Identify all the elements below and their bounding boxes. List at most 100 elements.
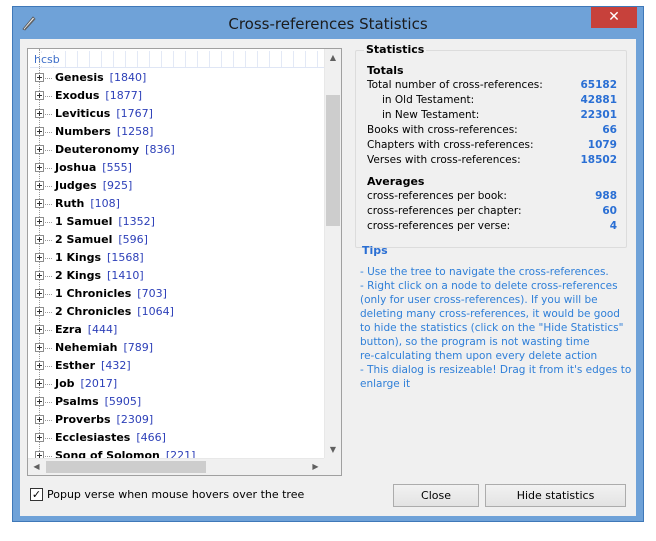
tree-item[interactable]: 1 Kings [1568]: [28, 249, 326, 267]
vertical-scroll-thumb[interactable]: [326, 95, 340, 226]
scroll-down-icon[interactable]: ▼: [325, 441, 341, 458]
expand-plus-icon[interactable]: [35, 235, 44, 244]
expand-plus-icon[interactable]: [35, 199, 44, 208]
horizontal-scroll-thumb[interactable]: [46, 461, 206, 473]
tree-item-label[interactable]: Numbers [1258]: [55, 123, 153, 141]
tree-item-label[interactable]: 1 Samuel [1352]: [55, 213, 155, 231]
tree-item[interactable]: Ecclesiastes [466]: [28, 429, 326, 447]
tree-item[interactable]: Joshua [555]: [28, 159, 326, 177]
horizontal-scrollbar[interactable]: ◀ ▶: [28, 458, 324, 475]
tree-root-header[interactable]: hcsb: [30, 51, 324, 68]
tree-item[interactable]: Ezra [444]: [28, 321, 326, 339]
tree-connector: [45, 204, 52, 205]
tree-item[interactable]: Genesis [1840]: [28, 69, 326, 87]
close-button[interactable]: Close: [393, 484, 479, 507]
tree-connector: [45, 312, 52, 313]
tree-item-label[interactable]: 2 Chronicles [1064]: [55, 303, 174, 321]
tree-item-label[interactable]: 1 Chronicles [703]: [55, 285, 167, 303]
tree-connector: [45, 132, 52, 133]
tree-item-label[interactable]: Ecclesiastes [466]: [55, 429, 166, 447]
expand-plus-icon[interactable]: [35, 271, 44, 280]
tree-item-label[interactable]: Psalms [5905]: [55, 393, 141, 411]
popup-verse-checkbox[interactable]: ✓: [30, 488, 43, 501]
tree-item-label[interactable]: Judges [925]: [55, 177, 132, 195]
tip-line: - Right click on a node to delete cross-…: [360, 280, 618, 292]
expand-plus-icon[interactable]: [35, 73, 44, 82]
expand-plus-icon[interactable]: [35, 163, 44, 172]
expand-plus-icon[interactable]: [35, 253, 44, 262]
vertical-scrollbar[interactable]: ▲ ▼: [324, 49, 341, 458]
tree-item-label[interactable]: Ruth [108]: [55, 195, 120, 213]
tree-item[interactable]: Psalms [5905]: [28, 393, 326, 411]
expand-plus-icon[interactable]: [35, 307, 44, 316]
tree-item-label[interactable]: Nehemiah [789]: [55, 339, 153, 357]
scroll-left-icon[interactable]: ◀: [28, 459, 45, 475]
scroll-up-icon[interactable]: ▲: [325, 49, 341, 66]
tree-item-label[interactable]: Deuteronomy [836]: [55, 141, 175, 159]
tree-connector: [45, 78, 52, 79]
tree-item-label[interactable]: Leviticus [1767]: [55, 105, 153, 123]
tree-item[interactable]: Exodus [1877]: [28, 87, 326, 105]
expand-plus-icon[interactable]: [35, 379, 44, 388]
tree-item-label[interactable]: 2 Samuel [596]: [55, 231, 148, 249]
tree-item[interactable]: Ruth [108]: [28, 195, 326, 213]
tree-item[interactable]: Numbers [1258]: [28, 123, 326, 141]
expand-plus-icon[interactable]: [35, 127, 44, 136]
tree-connector: [45, 420, 52, 421]
tip-line: re-calculating them upon every delete ac…: [360, 350, 598, 362]
tree-connector: [45, 348, 52, 349]
expand-plus-icon[interactable]: [35, 433, 44, 442]
tree-item[interactable]: Job [2017]: [28, 375, 326, 393]
tree-item-label[interactable]: Joshua [555]: [55, 159, 132, 177]
tree-item-label[interactable]: Proverbs [2309]: [55, 411, 153, 429]
book-xref-count: [1352]: [118, 215, 155, 228]
expand-plus-icon[interactable]: [35, 91, 44, 100]
book-name: Psalms: [55, 395, 99, 408]
expand-plus-icon[interactable]: [35, 109, 44, 118]
tree-item[interactable]: Proverbs [2309]: [28, 411, 326, 429]
tree-item-label[interactable]: 2 Kings [1410]: [55, 267, 144, 285]
title-bar[interactable]: Cross-references Statistics ✕: [13, 7, 643, 39]
expand-plus-icon[interactable]: [35, 181, 44, 190]
expand-plus-icon[interactable]: [35, 397, 44, 406]
tree-item[interactable]: 2 Samuel [596]: [28, 231, 326, 249]
tree-item[interactable]: Esther [432]: [28, 357, 326, 375]
tree-connector: [45, 258, 52, 259]
books-tree[interactable]: hcsb Genesis [1840] Exodus [1877] Leviticus […: [27, 48, 342, 476]
expand-plus-icon[interactable]: [35, 289, 44, 298]
book-xref-count: [1877]: [105, 89, 142, 102]
tree-item-label[interactable]: 1 Kings [1568]: [55, 249, 144, 267]
tree-item[interactable]: 2 Chronicles [1064]: [28, 303, 326, 321]
book-name: 1 Chronicles: [55, 287, 132, 300]
book-name: 1 Samuel: [55, 215, 113, 228]
scroll-right-icon[interactable]: ▶: [307, 459, 324, 475]
tree-item[interactable]: Deuteronomy [836]: [28, 141, 326, 159]
book-xref-count: [466]: [136, 431, 166, 444]
statistics-group-title: Statistics: [364, 43, 427, 56]
tree-item[interactable]: Judges [925]: [28, 177, 326, 195]
expand-plus-icon[interactable]: [35, 217, 44, 226]
tree-item[interactable]: 2 Kings [1410]: [28, 267, 326, 285]
book-xref-count: [2017]: [80, 377, 118, 390]
window-close-button[interactable]: ✕: [591, 7, 637, 28]
expand-plus-icon[interactable]: [35, 325, 44, 334]
tree-item[interactable]: 1 Samuel [1352]: [28, 213, 326, 231]
expand-plus-icon[interactable]: [35, 343, 44, 352]
hide-statistics-button[interactable]: Hide statistics: [485, 484, 626, 507]
tree-item-label[interactable]: Esther [432]: [55, 357, 131, 375]
popup-verse-label[interactable]: Popup verse when mouse hovers over the t…: [47, 488, 304, 501]
tree-connector: [45, 186, 52, 187]
book-name: Numbers: [55, 125, 111, 138]
expand-plus-icon[interactable]: [35, 145, 44, 154]
tree-item[interactable]: Leviticus [1767]: [28, 105, 326, 123]
tree-item[interactable]: Nehemiah [789]: [28, 339, 326, 357]
tree-item-label[interactable]: Ezra [444]: [55, 321, 117, 339]
tree-item-label[interactable]: Job [2017]: [55, 375, 117, 393]
expand-plus-icon[interactable]: [35, 361, 44, 370]
book-xref-count: [836]: [145, 143, 175, 156]
tree-item-label[interactable]: Genesis [1840]: [55, 69, 146, 87]
tree-item-label[interactable]: Exodus [1877]: [55, 87, 142, 105]
stat-label: Chapters with cross-references:: [367, 139, 534, 151]
expand-plus-icon[interactable]: [35, 415, 44, 424]
tree-item[interactable]: 1 Chronicles [703]: [28, 285, 326, 303]
